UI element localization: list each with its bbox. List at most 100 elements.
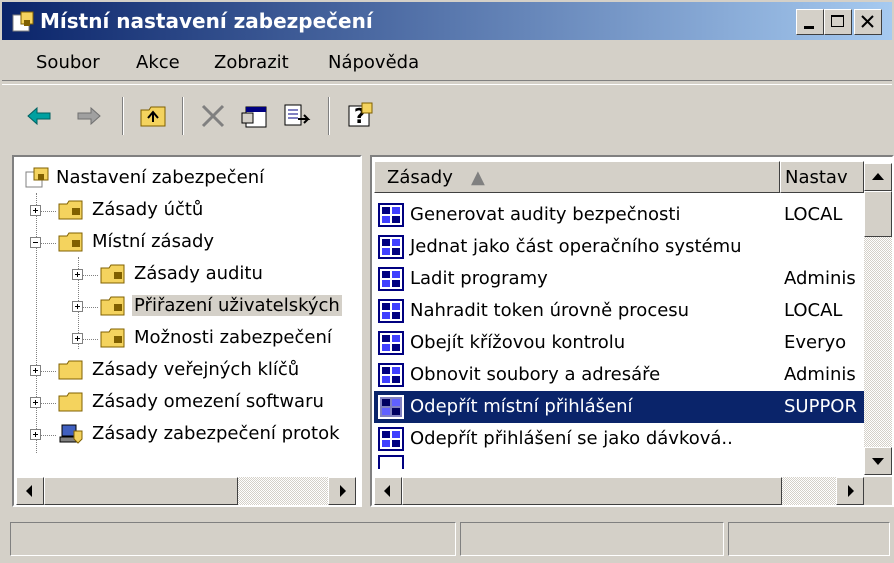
scroll-right-button[interactable] [836, 477, 864, 505]
policy-value: Everyo [784, 332, 847, 353]
status-cell [460, 522, 724, 556]
sort-ascending-icon: ▲ [471, 167, 485, 188]
column-header-label: Zásady [387, 167, 453, 188]
computer-shield-icon [59, 424, 83, 444]
column-header-label: Nastav [785, 167, 848, 188]
tree-item-ip-security[interactable]: Zásady zabezpečení protok [14, 419, 354, 451]
security-settings-icon [25, 167, 49, 188]
horizontal-scrollbar-track[interactable] [402, 477, 836, 505]
policy-icon [378, 203, 404, 227]
back-arrow-icon[interactable] [24, 101, 54, 131]
toolbar: ? [2, 84, 892, 145]
policy-row[interactable]: Nahradit token úrovně procesu LOCAL [374, 295, 864, 327]
collapse-icon[interactable] [30, 237, 41, 248]
locked-folder-icon [58, 232, 83, 252]
maximize-icon [831, 15, 844, 27]
tree-item-verejne-klice[interactable]: Zásady veřejných klíčů [14, 355, 354, 387]
scroll-right-button[interactable] [328, 477, 356, 505]
policy-icon [378, 363, 404, 387]
expand-icon[interactable] [72, 269, 83, 280]
policy-list-pane[interactable]: Zásady ▲ Nastav Generovat audity bezpečn… [370, 155, 894, 507]
window-title: Místní nastavení zabezpečení [40, 9, 373, 33]
menu-akce[interactable]: Akce [136, 52, 180, 73]
tree-item-moznosti[interactable]: Možnosti zabezpečení [14, 323, 354, 355]
policy-row[interactable]: Obnovit soubory a adresáře Adminis [374, 359, 864, 391]
menu-napoveda[interactable]: Nápověda [328, 52, 419, 73]
export-list-icon[interactable] [282, 101, 312, 131]
minimize-button[interactable] [796, 9, 824, 35]
up-folder-icon[interactable] [138, 101, 168, 131]
horizontal-scrollbar-thumb[interactable] [44, 477, 238, 505]
policy-row[interactable]: Jednat jako část operačního systému [374, 231, 864, 263]
title-bar[interactable]: Místní nastavení zabezpečení [2, 2, 892, 40]
scroll-left-button[interactable] [374, 477, 402, 505]
properties-icon[interactable] [240, 101, 270, 131]
scroll-up-button[interactable] [864, 163, 892, 191]
status-bar [2, 516, 892, 561]
locked-folder-icon [100, 264, 125, 284]
column-header-zasady[interactable]: Zásady ▲ [374, 161, 780, 193]
expand-icon[interactable] [30, 397, 41, 408]
close-button[interactable] [854, 9, 882, 35]
arrow-right-icon [848, 485, 854, 497]
status-cell [10, 522, 456, 556]
policy-row[interactable]: Generovat audity bezpečnosti LOCAL [374, 199, 864, 231]
policy-value: LOCAL [784, 204, 843, 225]
policy-name: Jednat jako část operačního systému [410, 236, 742, 257]
policy-icon [378, 427, 404, 451]
horizontal-scrollbar-thumb[interactable] [402, 477, 782, 505]
arrow-left-icon [26, 485, 32, 497]
policy-row[interactable]: Ladit programy Adminis [374, 263, 864, 295]
tree-item-zasady-uctu[interactable]: Zásady účtů [14, 195, 354, 227]
expand-icon[interactable] [72, 333, 83, 344]
toolbar-separator [122, 97, 124, 135]
scrollbar-corner [864, 477, 892, 505]
tree-item-label: Zásady zabezpečení protok [92, 423, 340, 444]
tree-item-label: Zásady auditu [134, 263, 263, 284]
vertical-scrollbar-track[interactable] [864, 191, 892, 447]
folder-icon [58, 392, 83, 412]
delete-icon[interactable] [198, 101, 228, 131]
policy-row[interactable]: Obejít křížovou kontrolu Everyo [374, 327, 864, 359]
vertical-scrollbar-thumb[interactable] [864, 191, 892, 237]
policy-icon [378, 455, 404, 469]
tree-root[interactable]: Nastavení zabezpečení [14, 163, 354, 195]
tree-item-label: Přiřazení uživatelských [132, 295, 342, 316]
policy-value: Adminis [784, 364, 856, 385]
policy-name: Obejít křížovou kontrolu [410, 332, 626, 353]
expand-icon[interactable] [30, 429, 41, 440]
forward-arrow-icon[interactable] [74, 101, 104, 131]
tree-item-label: Zásady účtů [92, 199, 204, 220]
horizontal-scrollbar-track[interactable] [44, 477, 328, 505]
tree-item-label: Zásady veřejných klíčů [92, 359, 300, 380]
tree-pane[interactable]: Nastavení zabezpečení Zásady účtů Místní… [12, 155, 362, 507]
scroll-down-button[interactable] [864, 447, 892, 475]
maximize-button[interactable] [824, 9, 852, 35]
toolbar-separator [182, 97, 184, 135]
tree-item-prirazeni[interactable]: Přiřazení uživatelských [14, 291, 360, 323]
policy-row[interactable]: Odepřít přihlášení se jako dávková.. [374, 423, 864, 455]
menu-soubor[interactable]: Soubor [36, 52, 100, 73]
tree-item-mistni-zasady[interactable]: Místní zásady [14, 227, 354, 259]
policy-icon [378, 267, 404, 291]
minimize-icon [804, 26, 814, 29]
policy-row-selected[interactable]: Odepřít místní přihlášení SUPPOR [374, 391, 864, 423]
menu-zobrazit[interactable]: Zobrazit [214, 52, 289, 73]
locked-folder-icon [100, 296, 125, 316]
expand-icon[interactable] [72, 301, 83, 312]
arrow-down-icon [872, 458, 884, 465]
help-icon[interactable]: ? [346, 101, 376, 131]
arrow-left-icon [384, 485, 390, 497]
policy-name: Generovat audity bezpečnosti [410, 204, 681, 225]
expand-icon[interactable] [30, 205, 41, 216]
arrow-right-icon [340, 485, 346, 497]
tree-item-omezeni-softwaru[interactable]: Zásady omezení softwaru [14, 387, 354, 419]
tree-item-label: Místní zásady [92, 231, 215, 252]
expand-icon[interactable] [30, 365, 41, 376]
toolbar-separator [328, 97, 330, 135]
locked-folder-icon [100, 328, 125, 348]
scroll-left-button[interactable] [16, 477, 44, 505]
policy-value: Adminis [784, 268, 856, 289]
tree-item-zasady-auditu[interactable]: Zásady auditu [14, 259, 354, 291]
column-header-nastaveni[interactable]: Nastav [780, 161, 864, 193]
